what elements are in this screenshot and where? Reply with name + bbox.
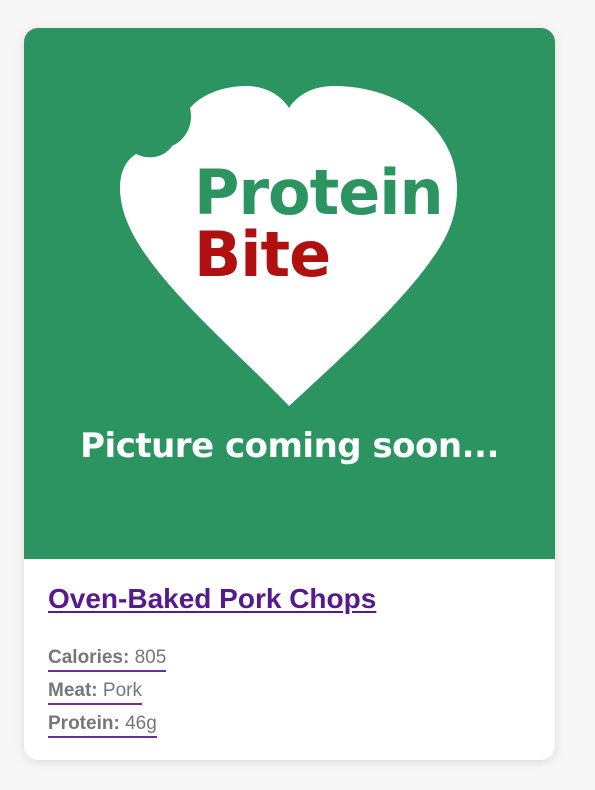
stat-meat-label: Meat:: [48, 680, 98, 701]
stat-calories-value: 805: [134, 647, 167, 668]
brand-word-bite: Bite: [194, 218, 331, 291]
stat-protein-value: 46g: [125, 713, 157, 734]
stat-calories-label: Calories:: [48, 647, 130, 668]
stat-protein: Protein: 46g: [48, 707, 531, 740]
recipe-info: Oven-Baked Pork Chops Calories: 805 Meat…: [24, 559, 555, 740]
picture-coming-soon-caption: Picture coming soon...: [80, 426, 499, 466]
stat-calories: Calories: 805: [48, 641, 531, 674]
stat-meat-value: Pork: [102, 680, 142, 701]
stat-protein-label: Protein:: [48, 713, 120, 734]
brand-word-protein: Protein: [194, 156, 444, 229]
recipe-title[interactable]: Oven-Baked Pork Chops: [48, 583, 531, 615]
recipe-card[interactable]: Protein Bite Picture coming soon... Oven…: [24, 28, 555, 760]
stat-meat: Meat: Pork: [48, 674, 531, 707]
recipe-image-placeholder: Protein Bite Picture coming soon...: [24, 28, 555, 559]
heart-logo-icon: [120, 86, 458, 406]
recipe-card-link[interactable]: Protein Bite Picture coming soon... Oven…: [24, 28, 555, 740]
